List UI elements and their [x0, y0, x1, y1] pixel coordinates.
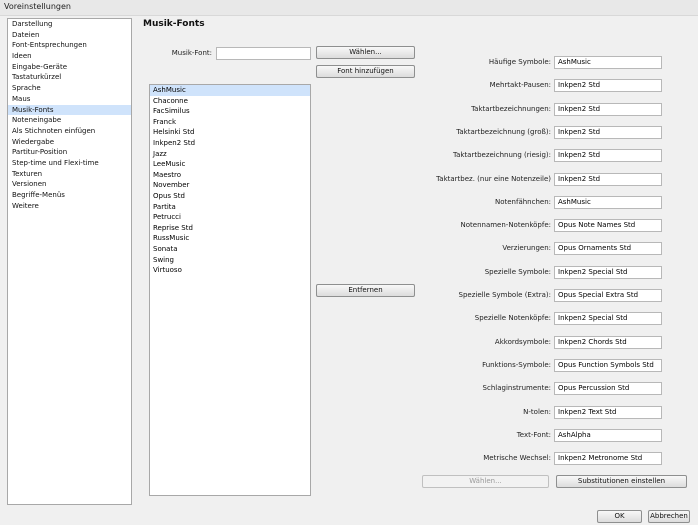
symbol-font-label: Akkordsymbole:: [494, 337, 551, 346]
font-list-item[interactable]: Chaconne: [150, 96, 310, 107]
symbol-font-label: Funktions-Symbole:: [482, 360, 551, 369]
sidebar-item[interactable]: Dateien: [8, 30, 131, 41]
sidebar-item[interactable]: Ideen: [8, 51, 131, 62]
font-list-item[interactable]: LeeMusic: [150, 159, 310, 170]
symbol-font-field[interactable]: Opus Function Symbols Std: [554, 358, 662, 372]
sidebar-item[interactable]: Maus: [8, 94, 131, 105]
sidebar-item[interactable]: Partitur-Position: [8, 147, 131, 158]
symbol-font-field[interactable]: Inkpen2 Special Std: [554, 265, 662, 279]
font-list-item[interactable]: Virtuoso: [150, 265, 310, 276]
symbol-font-label: Taktartbezeichnung (groß):: [456, 127, 551, 136]
sidebar-item[interactable]: Begriffe-Menüs: [8, 190, 131, 201]
symbol-font-field[interactable]: Opus Note Names Std: [554, 219, 662, 233]
font-list-item[interactable]: FacSimilus: [150, 106, 310, 117]
symbol-font-field[interactable]: Inkpen2 Special Std: [554, 312, 662, 326]
symbol-font-label: Mehrtakt-Pausen:: [489, 81, 551, 90]
symbol-font-label: Notenfähnchen:: [494, 197, 551, 206]
symbol-font-field[interactable]: Inkpen2 Std: [554, 79, 662, 93]
symbol-font-label: N-tolen:: [523, 407, 551, 416]
symbol-font-field[interactable]: Opus Percussion Std: [554, 382, 662, 396]
symbol-font-label: Taktartbez. (nur eine Notenzeile): [436, 174, 551, 183]
symbol-font-field[interactable]: Inkpen2 Chords Std: [554, 335, 662, 349]
waehlen-disabled-button[interactable]: Wählen...: [422, 475, 549, 488]
ok-button[interactable]: OK: [597, 510, 642, 523]
sidebar-item[interactable]: Tastaturkürzel: [8, 72, 131, 83]
symbol-font-field[interactable]: Inkpen2 Std: [554, 149, 662, 163]
symbol-font-field[interactable]: Inkpen2 Text Std: [554, 405, 662, 419]
symbol-font-field[interactable]: AshAlpha: [554, 428, 662, 442]
sidebar-item[interactable]: Weitere: [8, 201, 131, 212]
sidebar[interactable]: Darstellung Dateien Font-Entsprechungen Ide…: [7, 18, 132, 505]
entfernen-button[interactable]: Entfernen: [316, 284, 415, 297]
sidebar-item[interactable]: Texturen: [8, 169, 131, 180]
musik-font-input[interactable]: [216, 47, 311, 60]
symbol-font-field[interactable]: AshMusic: [554, 195, 662, 209]
symbol-font-label: Häufige Symbole:: [488, 58, 551, 66]
substitutionen-button[interactable]: Substitutionen einstellen: [556, 475, 687, 488]
font-list-item[interactable]: Petrucci: [150, 212, 310, 223]
window-title: Voreinstellungen: [4, 2, 71, 11]
symbol-font-label: Metrische Wechsel:: [483, 454, 551, 463]
symbol-font-label: Spezielle Symbole:: [484, 267, 551, 276]
font-list-item[interactable]: RussMusic: [150, 233, 310, 244]
font-list-item[interactable]: Franck: [150, 117, 310, 128]
symbol-font-label: Schlaginstrumente:: [482, 384, 551, 393]
preferences-window: Voreinstellungen Darstellung Dateien Font-…: [0, 0, 698, 525]
symbol-font-label: Notennamen-Notenköpfe:: [460, 221, 552, 230]
symbol-font-field[interactable]: Inkpen2 Metronome Std: [554, 452, 662, 466]
symbol-font-field[interactable]: Inkpen2 Std: [554, 172, 662, 186]
font-hinzufuegen-button[interactable]: Font hinzufügen: [316, 65, 415, 78]
font-list-item[interactable]: Sonata: [150, 244, 310, 255]
sidebar-item[interactable]: Noteneingabe: [8, 115, 131, 126]
sidebar-item[interactable]: Wiedergabe: [8, 137, 131, 148]
symbol-font-label: Verzierungen:: [502, 244, 551, 253]
font-list-item[interactable]: Maestro: [150, 170, 310, 181]
sidebar-item[interactable]: Sprache: [8, 83, 131, 94]
symbol-font-label: Text-Font:: [516, 430, 551, 439]
symbol-font-label: Taktartbezeichnung (riesig):: [452, 151, 551, 160]
symbol-font-label: Spezielle Symbole (Extra):: [458, 291, 551, 299]
font-list-item[interactable]: Swing: [150, 255, 310, 266]
sidebar-item[interactable]: Musik-Fonts: [8, 104, 131, 116]
font-list-item[interactable]: AshMusic: [150, 85, 310, 96]
sidebar-item[interactable]: Als Stichnoten einfügen: [8, 126, 131, 137]
waehlen-button[interactable]: Wählen...: [316, 46, 415, 59]
sidebar-item[interactable]: Versionen: [8, 179, 131, 190]
font-list-item[interactable]: Reprise Std: [150, 223, 310, 234]
font-list-item[interactable]: Helsinki Std: [150, 127, 310, 138]
sidebar-item[interactable]: Eingabe-Geräte: [8, 62, 131, 73]
symbol-font-field[interactable]: Inkpen2 Std: [554, 102, 662, 116]
musik-font-label: Musik-Font:: [171, 49, 212, 57]
title-bar: Voreinstellungen: [0, 0, 698, 16]
symbol-font-field[interactable]: Opus Special Extra Std: [554, 289, 662, 302]
font-list-item[interactable]: Jazz: [150, 149, 310, 160]
font-list-item[interactable]: November: [150, 180, 310, 191]
symbol-font-label: Taktartbezeichnungen:: [471, 104, 551, 113]
symbol-font-label: Spezielle Notenköpfe:: [474, 314, 551, 323]
font-list[interactable]: AshMusic Chaconne FacSimilus Franck Helsinki…: [149, 84, 311, 496]
sidebar-item[interactable]: Step-time und Flexi-time: [8, 158, 131, 169]
font-list-item[interactable]: Partita: [150, 202, 310, 213]
abbrechen-button[interactable]: Abbrechen: [648, 510, 690, 523]
sidebar-item[interactable]: Font-Entsprechungen: [8, 40, 131, 51]
page-title: Musik-Fonts: [143, 19, 205, 29]
symbol-font-field[interactable]: AshMusic: [554, 56, 662, 69]
symbol-font-field[interactable]: Inkpen2 Std: [554, 125, 662, 139]
sidebar-item[interactable]: Darstellung: [8, 19, 131, 30]
font-list-item[interactable]: Inkpen2 Std: [150, 138, 310, 149]
font-list-item[interactable]: Opus Std: [150, 191, 310, 202]
symbol-font-field[interactable]: Opus Ornaments Std: [554, 242, 662, 256]
